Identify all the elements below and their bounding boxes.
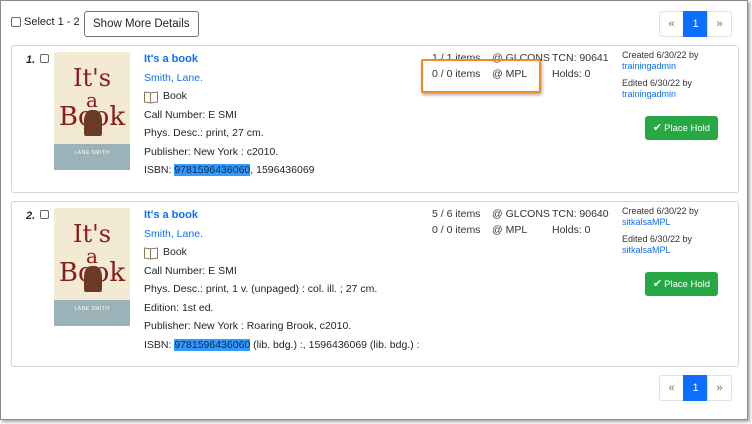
cover-illustration [84, 266, 102, 292]
created-label: Created 6/30/22 by [622, 206, 699, 216]
created-by-link[interactable]: sitkalsaMPL [622, 217, 699, 228]
cover-author: LANE SMITH [74, 306, 110, 312]
pager-next[interactable]: » [707, 375, 732, 401]
record-author-link[interactable]: Smith, Lane. [144, 225, 420, 244]
publisher: Publisher: New York : Roaring Brook, c20… [144, 320, 352, 332]
place-hold-button[interactable]: ✔ Place Hold [645, 272, 718, 296]
item-location: @ MPL [492, 224, 528, 236]
record-number: 1. [26, 54, 36, 66]
check-icon: ✔ [652, 278, 663, 290]
book-cover-image[interactable]: It's a Book LANE SMITH [54, 52, 130, 170]
show-more-details-button[interactable]: Show More Details [84, 11, 199, 37]
isbn-rest: , 1596436069 [250, 164, 315, 176]
holdings-row: 5 / 6 items @ GLCONS TCN: 90640 [432, 206, 642, 222]
edition: Edition: 1st ed. [144, 301, 214, 314]
holdings-row: 0 / 0 items @ MPL Holds: 0 [432, 222, 642, 238]
pager-prev[interactable]: « [659, 375, 684, 401]
record-number: 2. [26, 210, 36, 222]
result-record: 2. It's a Book LANE SMITH It's a book Sm… [11, 201, 739, 367]
pager-prev[interactable]: « [659, 11, 684, 37]
book-icon [144, 247, 158, 258]
publisher: Publisher: New York : c2010. [144, 145, 279, 158]
isbn-rest: (lib. bdg.) :, 1596436069 (lib. bdg.) : [250, 338, 420, 351]
check-icon: ✔ [652, 122, 663, 134]
place-hold-button[interactable]: ✔ Place Hold [645, 116, 718, 140]
cover-illustration [84, 110, 102, 136]
item-count: 0 / 0 items [432, 224, 481, 236]
select-all-checkbox[interactable] [11, 17, 21, 27]
isbn-label: ISBN: [144, 164, 175, 176]
edited-by-link[interactable]: sitkalsaMPL [622, 245, 699, 256]
edited-label: Edited 6/30/22 by [622, 78, 693, 88]
place-hold-label: Place Hold [664, 123, 711, 134]
record-checkbox[interactable] [40, 54, 49, 63]
results-toolbar: Select 1 - 2 Show More Details [11, 9, 739, 39]
edited-by-link[interactable]: trainingadmin [622, 89, 699, 100]
isbn: ISBN: 9781596436060, 1596436069 [144, 161, 315, 180]
record-audit-info: Created 6/30/22 by trainingadmin Edited … [622, 50, 699, 106]
pager-bottom: « 1 » [659, 375, 732, 401]
edited-label: Edited 6/30/22 by [622, 234, 693, 244]
item-count: 5 / 6 items [432, 208, 481, 220]
record-checkbox[interactable] [40, 210, 49, 219]
record-title-link[interactable]: It's a book [144, 50, 315, 69]
isbn-label: ISBN: [144, 338, 175, 351]
pager-next[interactable]: » [707, 11, 732, 37]
book-cover-image[interactable]: It's a Book LANE SMITH [54, 208, 130, 326]
call-number: Call Number: E SMI [144, 264, 237, 277]
isbn-highlight: 9781596436060 [174, 164, 251, 176]
record-info: It's a book Smith, Lane. Book Call Numbe… [144, 50, 315, 180]
format-label: Book [163, 90, 187, 102]
record-author-link[interactable]: Smith, Lane. [144, 69, 315, 88]
physical-description: Phys. Desc.: print, 1 v. (unpaged) : col… [144, 283, 378, 295]
holdings-summary: 5 / 6 items @ GLCONS TCN: 90640 0 / 0 it… [432, 206, 642, 238]
pager-page-1[interactable]: 1 [683, 375, 708, 401]
cover-band [54, 144, 130, 170]
cover-author: LANE SMITH [74, 150, 110, 156]
format-label: Book [163, 246, 187, 258]
isbn-highlight: 9781596436060 [174, 338, 251, 351]
record-format: Book [144, 87, 315, 106]
created-by-link[interactable]: trainingadmin [622, 61, 699, 72]
record-info: It's a book Smith, Lane. Book Call Numbe… [144, 206, 420, 354]
place-hold-label: Place Hold [664, 279, 711, 290]
cover-band [54, 300, 130, 326]
isbn: ISBN: 9781596436060 (lib. bdg.) :, 15964… [144, 336, 420, 355]
results-frame: Select 1 - 2 Show More Details « 1 » 1. … [0, 0, 748, 420]
select-all[interactable]: Select 1 - 2 [11, 16, 80, 28]
item-location: @ GLCONS [492, 208, 550, 220]
created-label: Created 6/30/22 by [622, 50, 699, 60]
select-all-label: Select 1 - 2 [24, 16, 80, 28]
record-audit-info: Created 6/30/22 by sitkalsaMPL Edited 6/… [622, 206, 699, 262]
result-record: 1. It's a Book LANE SMITH It's a book Sm… [11, 45, 739, 193]
pager-top: « 1 » [659, 11, 732, 37]
pager-page-1[interactable]: 1 [683, 11, 708, 37]
record-title-link[interactable]: It's a book [144, 206, 420, 225]
callout-highlight-box [421, 59, 541, 93]
book-icon [144, 91, 158, 102]
record-format: Book [144, 243, 420, 262]
physical-description: Phys. Desc.: print, 27 cm. [144, 127, 264, 139]
call-number: Call Number: E SMI [144, 108, 237, 121]
